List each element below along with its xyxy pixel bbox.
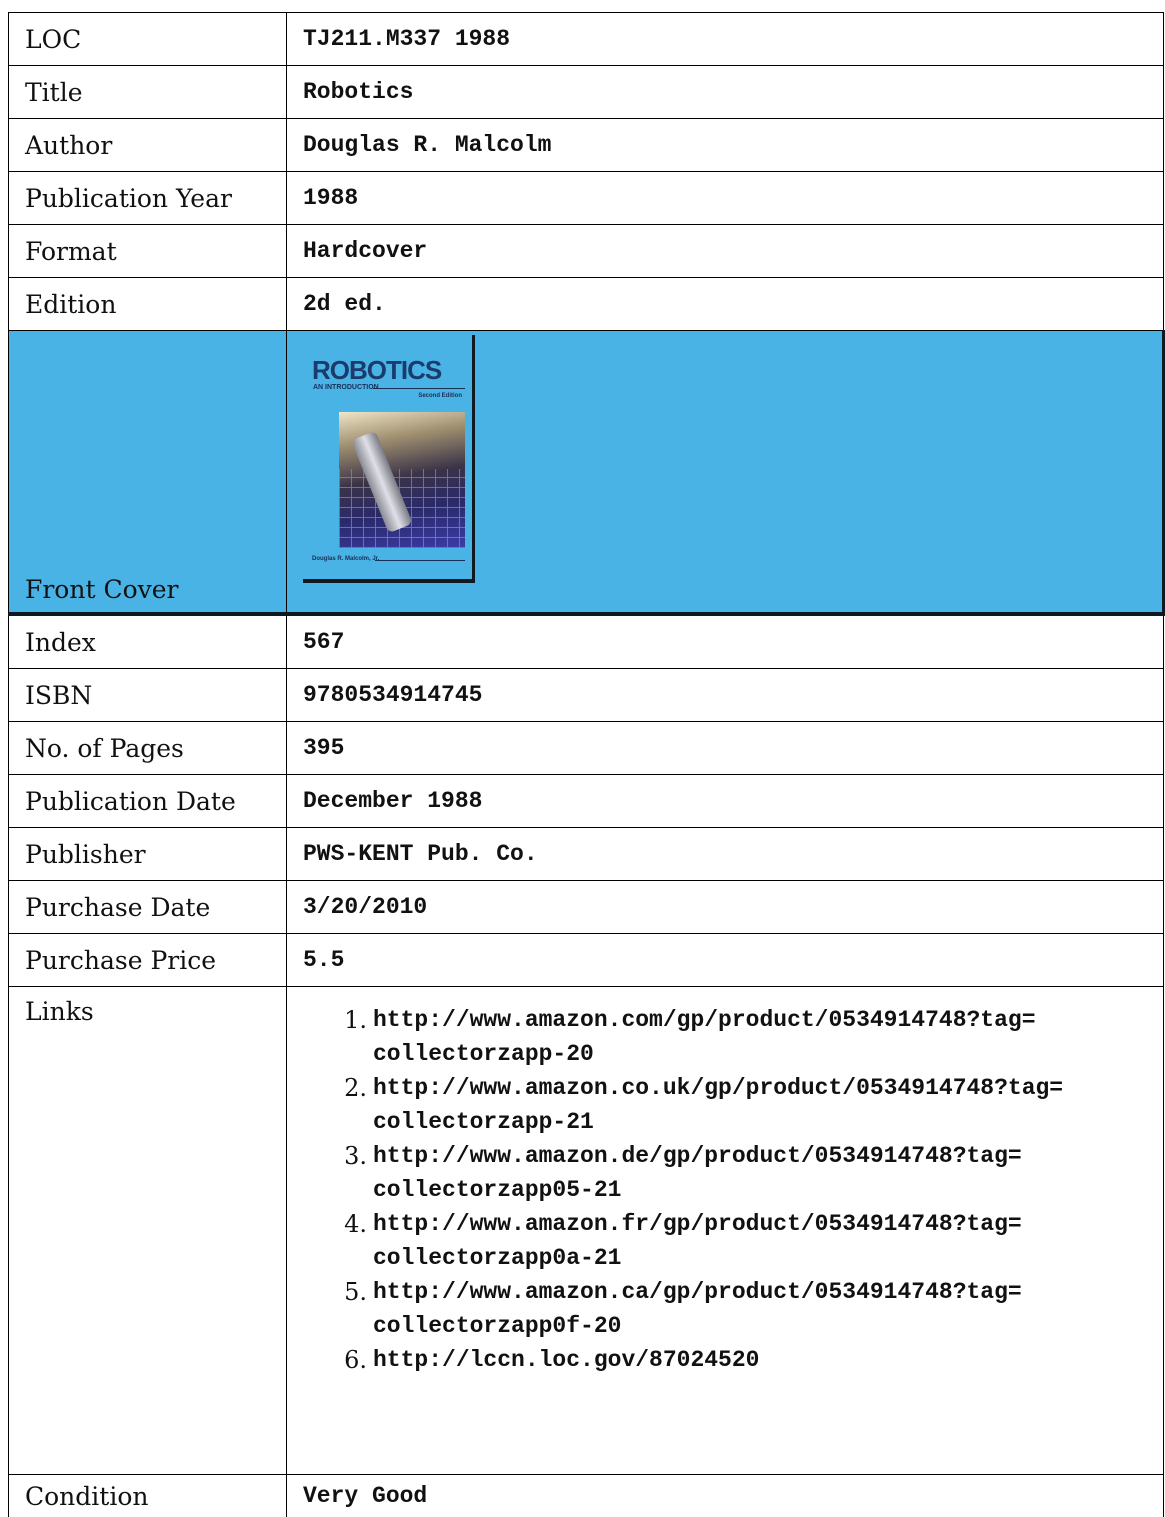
isbn-label: ISBN: [9, 669, 287, 722]
purchase-price-label: Purchase Price: [9, 934, 287, 987]
link-item[interactable]: http://www.amazon.ca/gp/product/05349147…: [373, 1275, 1163, 1343]
publisher-label: Publisher: [9, 828, 287, 881]
cover-rule-bottom: [375, 560, 465, 561]
links-cell: http://www.amazon.com/gp/product/0534914…: [287, 987, 1164, 1475]
cover-edition: Second Edition: [418, 393, 462, 399]
format-label: Format: [9, 225, 287, 278]
row-edition: Edition 2d ed.: [9, 278, 1164, 331]
row-publisher: Publisher PWS-KENT Pub. Co.: [9, 828, 1164, 881]
pages-value: 395: [287, 722, 1164, 775]
link-url-line1[interactable]: http://www.amazon.co.uk/gp/product/05349…: [373, 1071, 1163, 1105]
loc-value: TJ211.M337 1988: [287, 13, 1164, 66]
publication-date-label: Publication Date: [9, 775, 287, 828]
cover-author: Douglas R. Malcolm, Jr.: [312, 556, 379, 562]
pages-label: No. of Pages: [9, 722, 287, 775]
link-item[interactable]: http://lccn.loc.gov/87024520: [373, 1343, 1163, 1377]
row-front-cover: Front Cover ROBOTICS AN INTRODUCTION Sec…: [9, 331, 1164, 615]
link-url-line1[interactable]: http://www.amazon.ca/gp/product/05349147…: [373, 1275, 1163, 1309]
row-publication-date: Publication Date December 1988: [9, 775, 1164, 828]
link-url-line2[interactable]: collectorzapp0f-20: [373, 1309, 1163, 1343]
cover-rule-top: [373, 388, 465, 389]
links-list: http://www.amazon.com/gp/product/0534914…: [303, 1003, 1163, 1377]
edition-value: 2d ed.: [287, 278, 1164, 331]
purchase-price-value: 5.5: [287, 934, 1164, 987]
row-purchase-price: Purchase Price 5.5: [9, 934, 1164, 987]
link-url-line1[interactable]: http://lccn.loc.gov/87024520: [373, 1343, 1163, 1377]
link-item[interactable]: http://www.amazon.co.uk/gp/product/05349…: [373, 1071, 1163, 1139]
link-item[interactable]: http://www.amazon.com/gp/product/0534914…: [373, 1003, 1163, 1071]
link-url-line2[interactable]: collectorzapp05-21: [373, 1173, 1163, 1207]
link-item[interactable]: http://www.amazon.fr/gp/product/05349147…: [373, 1207, 1163, 1275]
row-loc: LOC TJ211.M337 1988: [9, 13, 1164, 66]
index-value: 567: [287, 614, 1164, 669]
link-url-line1[interactable]: http://www.amazon.de/gp/product/05349147…: [373, 1139, 1163, 1173]
publisher-value: PWS-KENT Pub. Co.: [287, 828, 1164, 881]
link-url-line1[interactable]: http://www.amazon.com/gp/product/0534914…: [373, 1003, 1163, 1037]
edition-label: Edition: [9, 278, 287, 331]
row-purchase-date: Purchase Date 3/20/2010: [9, 881, 1164, 934]
row-isbn: ISBN 9780534914745: [9, 669, 1164, 722]
front-cover-cell: ROBOTICS AN INTRODUCTION Second Edition …: [287, 331, 1164, 615]
author-label: Author: [9, 119, 287, 172]
title-label: Title: [9, 66, 287, 119]
row-author: Author Douglas R. Malcolm: [9, 119, 1164, 172]
book-details-table: LOC TJ211.M337 1988 Title Robotics Autho…: [8, 12, 1165, 1517]
front-cover-image: ROBOTICS AN INTRODUCTION Second Edition …: [303, 335, 475, 583]
title-value: Robotics: [287, 66, 1164, 119]
publication-date-value: December 1988: [287, 775, 1164, 828]
row-title: Title Robotics: [9, 66, 1164, 119]
row-index: Index 567: [9, 614, 1164, 669]
row-links: Links http://www.amazon.com/gp/product/0…: [9, 987, 1164, 1475]
links-label: Links: [9, 987, 287, 1475]
publication-year-label: Publication Year: [9, 172, 287, 225]
format-value: Hardcover: [287, 225, 1164, 278]
link-url-line2[interactable]: collectorzapp0a-21: [373, 1241, 1163, 1275]
purchase-date-label: Purchase Date: [9, 881, 287, 934]
cover-title: ROBOTICS: [312, 355, 441, 386]
index-label: Index: [9, 614, 287, 669]
author-value: Douglas R. Malcolm: [287, 119, 1164, 172]
link-url-line2[interactable]: collectorzapp-21: [373, 1105, 1163, 1139]
isbn-value: 9780534914745: [287, 669, 1164, 722]
row-publication-year: Publication Year 1988: [9, 172, 1164, 225]
publication-year-value: 1988: [287, 172, 1164, 225]
cover-artwork: [339, 412, 465, 548]
loc-label: LOC: [9, 13, 287, 66]
cover-subtitle: AN INTRODUCTION: [313, 384, 379, 391]
front-cover-label: Front Cover: [9, 331, 287, 615]
link-item[interactable]: http://www.amazon.de/gp/product/05349147…: [373, 1139, 1163, 1207]
row-pages: No. of Pages 395: [9, 722, 1164, 775]
row-format: Format Hardcover: [9, 225, 1164, 278]
link-url-line1[interactable]: http://www.amazon.fr/gp/product/05349147…: [373, 1207, 1163, 1241]
link-url-line2[interactable]: collectorzapp-20: [373, 1037, 1163, 1071]
purchase-date-value: 3/20/2010: [287, 881, 1164, 934]
